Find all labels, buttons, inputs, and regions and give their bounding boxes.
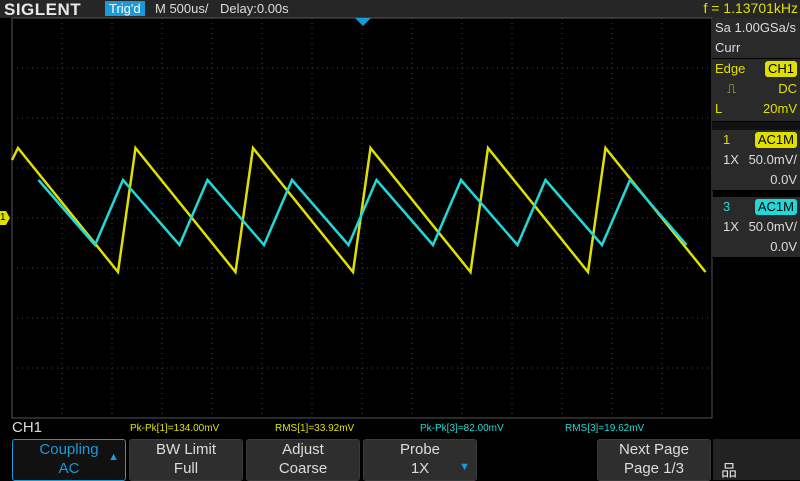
- trigger-position-marker[interactable]: [355, 18, 371, 26]
- arrow-down-icon: ▼: [459, 461, 470, 473]
- channel-1-info[interactable]: 1 AC1M 1X 50.0mV/ 0.0V: [712, 130, 800, 191]
- trigger-coupling: DC: [778, 81, 797, 96]
- trigger-type: Edge: [715, 61, 746, 76]
- channel-number: 3: [723, 199, 731, 214]
- channel-1-trace: [10, 144, 707, 276]
- coupling-button[interactable]: Coupling AC ▲: [12, 439, 126, 481]
- probe-button[interactable]: Probe 1X ▼: [363, 439, 477, 481]
- measurement-rms-1: RMS[1]=33.92mV: [275, 423, 355, 434]
- button-value: Full: [173, 460, 199, 477]
- channel-probe: 1X: [723, 152, 739, 167]
- channel-probe: 1X: [723, 219, 739, 234]
- channel-coupling: AC1M: [754, 132, 797, 148]
- arrow-up-icon: ▲: [108, 451, 119, 463]
- channel-offset: 0.0V: [770, 239, 797, 254]
- button-value: Coarse: [278, 460, 328, 477]
- network-icon: 品: [721, 463, 738, 480]
- channel-3-info[interactable]: 3 AC1M 1X 50.0mV/ 0.0V: [712, 197, 800, 258]
- channel-marker-label: 1: [0, 212, 6, 223]
- channel-scale: 50.0mV/: [748, 152, 797, 167]
- menu-channel-label: CH1: [12, 419, 43, 436]
- channel-3-trace: [37, 177, 688, 248]
- trigger-info[interactable]: Edge CH1 ⎍ DC L 20mV: [712, 59, 800, 122]
- sample-rate: Sa 1.00GSa/s: [715, 20, 796, 35]
- channel-number: 1: [723, 132, 731, 147]
- rising-edge-icon: ⎍: [727, 81, 737, 96]
- button-title: Next Page: [618, 441, 690, 458]
- acquisition-info: Sa 1.00GSa/s Curr 7.00Mpts: [712, 18, 800, 75]
- next-page-button[interactable]: Next Page Page 1/3: [597, 439, 711, 481]
- side-panel: Sa 1.00GSa/s Curr 7.00Mpts Edge CH1 ⎍ DC L…: [712, 18, 800, 258]
- channel-offset: 0.0V: [770, 172, 797, 187]
- network-button[interactable]: 品: [713, 439, 800, 480]
- channel-coupling: AC1M: [754, 199, 797, 215]
- button-value: Page 1/3: [623, 460, 685, 477]
- trigger-level-label: L: [715, 101, 723, 116]
- measurement-pkpk-1: Pk-Pk[1]=134.00mV: [130, 423, 220, 434]
- measurement-pkpk-3: Pk-Pk[3]=82.00mV: [420, 423, 504, 434]
- trigger-level: 20mV: [763, 101, 797, 116]
- memory-depth: Curr 7.00Mpts: [715, 40, 768, 75]
- measurement-rms-3: RMS[3]=19.62mV: [565, 423, 645, 434]
- button-title: Adjust: [282, 441, 324, 458]
- bw-limit-button[interactable]: BW Limit Full: [129, 439, 243, 481]
- waveform-display[interactable]: [0, 0, 800, 480]
- trigger-source: CH1: [764, 61, 797, 77]
- adjust-button[interactable]: Adjust Coarse: [246, 439, 360, 481]
- button-title: Probe: [399, 441, 441, 458]
- button-title: BW Limit: [156, 441, 216, 458]
- channel-scale: 50.0mV/: [748, 219, 797, 234]
